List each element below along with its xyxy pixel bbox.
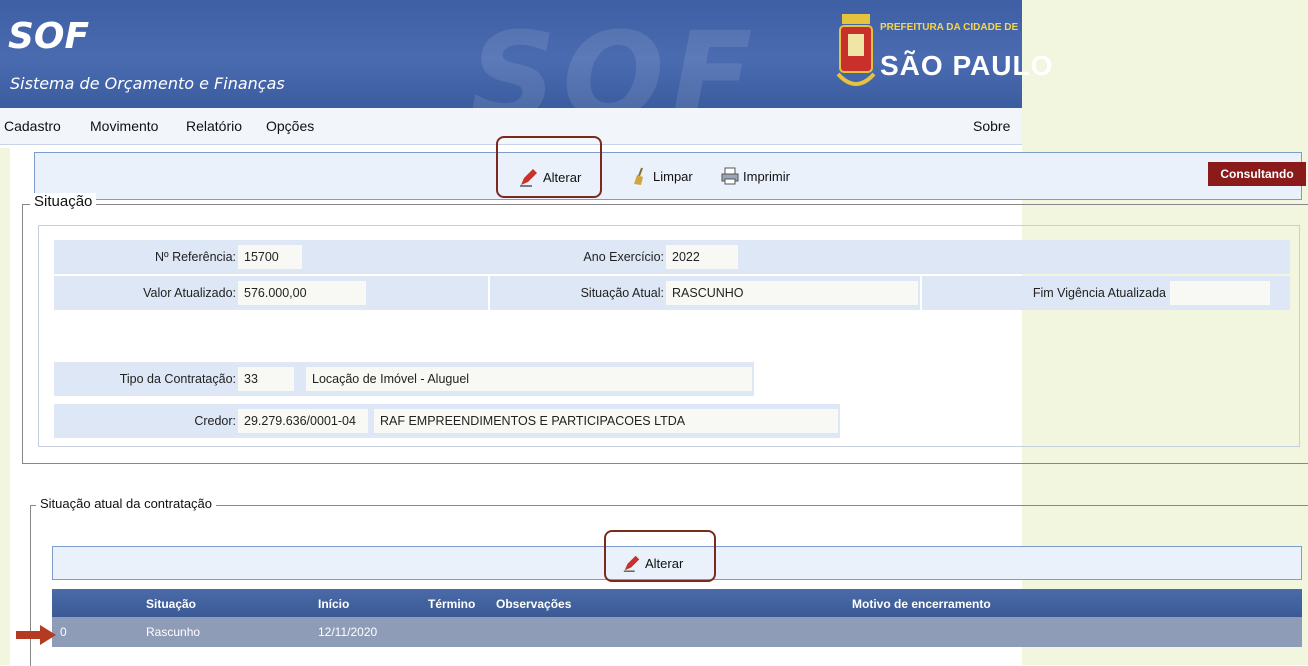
menu-item-opcoes[interactable]: Opções xyxy=(266,118,314,134)
fim-vigencia-label: Fim Vigência Atualizada xyxy=(1032,286,1166,300)
pointer-arrow-icon xyxy=(16,625,56,645)
tipo-contratacao-desc-field[interactable]: Locação de Imóvel - Aluguel xyxy=(306,367,752,391)
ano-exercicio-field[interactable]: 2022 xyxy=(666,245,738,269)
column-header-motivo[interactable]: Motivo de encerramento xyxy=(852,597,991,611)
printer-icon xyxy=(721,167,739,185)
left-background-strip xyxy=(0,148,10,665)
city-seal-icon xyxy=(836,14,876,86)
valor-atualizado-label: Valor Atualizado: xyxy=(143,286,236,300)
fim-vigencia-field[interactable] xyxy=(1170,281,1270,305)
tipo-contratacao-code-field[interactable]: 33 xyxy=(238,367,294,391)
status-badge: Consultando xyxy=(1208,162,1306,186)
row-selector[interactable]: 0 xyxy=(60,625,67,639)
cell-situacao: Rascunho xyxy=(146,625,201,639)
column-header-situacao[interactable]: Situação xyxy=(146,597,196,611)
limpar-button-label: Limpar xyxy=(653,168,693,184)
prefeitura-label-small: PREFEITURA DA CIDADE DE xyxy=(880,22,1019,33)
situacao-atual-field[interactable]: RASCUNHO xyxy=(666,281,918,305)
menu-item-sobre[interactable]: Sobre xyxy=(973,118,1010,134)
imprimir-button[interactable]: Imprimir xyxy=(720,166,790,186)
limpar-button[interactable]: Limpar xyxy=(630,166,693,186)
n-referencia-label: Nº Referência: xyxy=(155,250,236,264)
valor-atualizado-field[interactable]: 576.000,00 xyxy=(238,281,366,305)
credor-cnpj-field[interactable]: 29.279.636/0001-04 xyxy=(238,409,368,433)
column-header-inicio[interactable]: Início xyxy=(318,597,349,611)
menu-item-relatorio[interactable]: Relatório xyxy=(186,118,242,134)
broom-icon xyxy=(634,167,643,185)
menu-item-movimento[interactable]: Movimento xyxy=(90,118,158,134)
menu-item-cadastro[interactable]: Cadastro xyxy=(4,118,61,134)
ano-exercicio-label: Ano Exercício: xyxy=(583,250,664,264)
prefeitura-label-big: SÃO PAULO xyxy=(880,50,1054,81)
n-referencia-field[interactable]: 15700 xyxy=(238,245,302,269)
app-logo-subtitle: Sistema de Orçamento e Finanças xyxy=(10,74,285,93)
highlight-alterar-top xyxy=(496,136,602,198)
highlight-alterar-bottom xyxy=(604,530,716,582)
credor-name-field[interactable]: RAF EMPREENDIMENTOS E PARTICIPACOES LTDA xyxy=(374,409,838,433)
cell-inicio: 12/11/2020 xyxy=(318,625,378,639)
app-logo-title: SOF xyxy=(8,16,90,57)
imprimir-button-label: Imprimir xyxy=(743,168,790,184)
column-header-observacoes[interactable]: Observações xyxy=(496,597,571,611)
tipo-contratacao-label: Tipo da Contratação: xyxy=(119,372,236,386)
header-watermark: SOF xyxy=(470,8,759,108)
situacao-atual-label: Situação Atual: xyxy=(580,286,664,300)
credor-label: Credor: xyxy=(194,414,236,428)
table-row[interactable] xyxy=(52,617,1302,647)
situacao-legend: Situação xyxy=(30,193,97,210)
column-header-termino[interactable]: Término xyxy=(428,597,475,611)
situacao-atual-legend: Situação atual da contratação xyxy=(36,496,217,511)
table-header xyxy=(52,589,1302,617)
